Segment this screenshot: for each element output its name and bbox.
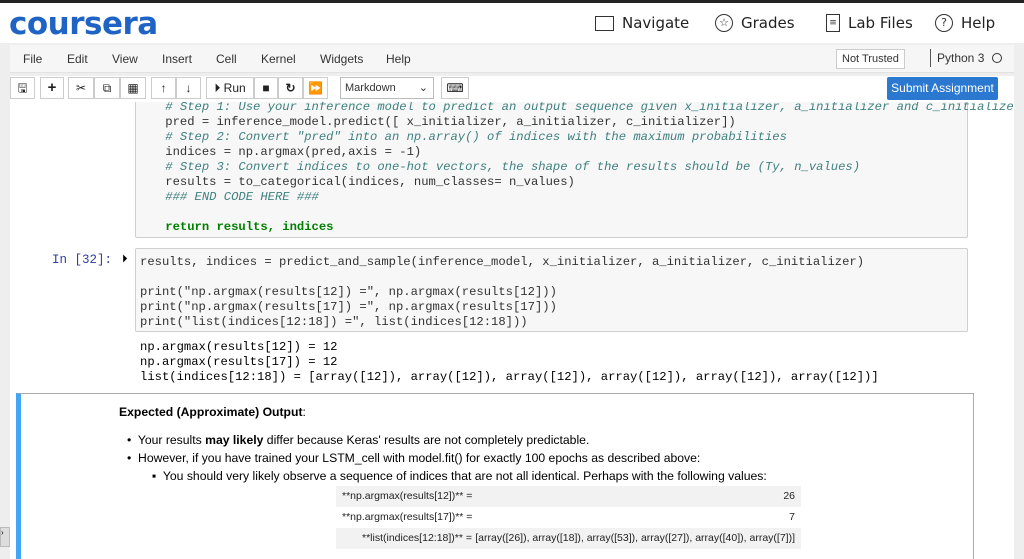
side-panel-toggle[interactable]: › (0, 527, 10, 547)
nav-label: Lab Files (848, 14, 913, 32)
table-value: [array([26]), array([18]), array([53]), … (475, 532, 795, 544)
heading-text: Expected (Approximate) Output (119, 405, 303, 419)
markdown-cell-selected[interactable]: Expected (Approximate) Output: • Your re… (16, 393, 974, 559)
expected-output-heading: Expected (Approximate) Output: (119, 405, 306, 419)
chevron-down-icon: ⌄ (418, 82, 428, 94)
input-prompt: In [32]: (52, 253, 113, 267)
kernel-idle-icon (992, 53, 1003, 63)
code-line: print("list(indices[12:18]) =", list(ind… (140, 315, 528, 329)
bullet-2: • However, if you have trained your LSTM… (127, 451, 701, 465)
code-line: return results, indices (136, 220, 334, 234)
menu-bar: File Edit View Insert Cell Kernel Widget… (10, 45, 1014, 73)
coursera-logo[interactable]: coursera (9, 6, 158, 42)
notebook-container: # Step 1: Use your inference model to pr… (10, 102, 1014, 559)
menu-view[interactable]: View (112, 52, 138, 66)
cut-icon[interactable]: ✂ (68, 77, 94, 99)
run-indicator-icon[interactable]: ⏵ (122, 253, 128, 266)
menu-cell[interactable]: Cell (216, 52, 237, 66)
toolbar: 🖫 + ✂ ⧉ ▦ ↑ ↓ ⏵ Run ■ ↻ ⏩ Markdown ⌄ ⌨ Su… (10, 76, 1014, 102)
bullet-text: However, if you have trained your LSTM_c… (138, 451, 701, 465)
bullet-3: ▪ You should very likely observe a seque… (152, 469, 767, 483)
menu-widgets[interactable]: Widgets (320, 52, 363, 66)
code-line: results = to_categorical(indices, num_cl… (136, 175, 575, 189)
table-key: **list(indices[12:18])** = (362, 532, 473, 544)
step-icon: ⏵ (214, 81, 221, 95)
question-icon: ? (935, 14, 953, 32)
table-key: **np.argmax(results[17])** = (342, 511, 473, 523)
star-icon: ☆ (715, 14, 733, 32)
cell-output: np.argmax(results[12]) = 12 np.argmax(re… (140, 340, 879, 384)
code-line: print("np.argmax(results[12]) =", np.arg… (140, 285, 557, 299)
table-value: 7 (789, 511, 795, 523)
code-line: results, indices = predict_and_sample(in… (140, 255, 865, 269)
run-button[interactable]: ⏵ Run (206, 77, 254, 99)
lab-files-link[interactable]: ≡ Lab Files (826, 14, 913, 32)
navigate-link[interactable]: Navigate (595, 14, 689, 32)
code-lines: # Step 1: Use your inference model to pr… (136, 102, 1014, 235)
run-label: Run (223, 81, 246, 95)
document-icon: ≡ (826, 14, 840, 32)
menu-insert[interactable]: Insert (162, 52, 192, 66)
menu-file[interactable]: File (23, 52, 42, 66)
code-line: # Step 2: Convert "pred" into an np.arra… (136, 130, 787, 144)
stop-icon[interactable]: ■ (254, 77, 278, 99)
table-row: **np.argmax(results[12])** = 26 (336, 486, 801, 507)
expected-values-table: **np.argmax(results[12])** = 26 **np.argm… (336, 486, 801, 549)
code-line: print("np.argmax(results[17]) =", np.arg… (140, 300, 557, 314)
header: coursera Navigate ☆ Grades ≡ Lab Files ? He… (0, 3, 1024, 43)
code-line: pred = inference_model.predict([ x_initi… (136, 115, 736, 129)
window-icon (595, 15, 614, 31)
move-down-icon[interactable]: ↓ (176, 77, 201, 99)
add-cell-icon[interactable]: + (40, 77, 64, 99)
table-key: **np.argmax(results[12])** = (342, 490, 473, 502)
code-cell[interactable]: # Step 1: Use your inference model to pr… (135, 102, 1014, 238)
fast-forward-icon[interactable]: ⏩ (303, 77, 328, 99)
cell-type-value: Markdown (345, 82, 396, 94)
copy-icon[interactable]: ⧉ (94, 77, 120, 99)
menu-edit[interactable]: Edit (67, 52, 88, 66)
nav-label: Help (961, 14, 996, 32)
bullet-text: You should very likely observe a sequenc… (162, 469, 767, 483)
code-line: # Step 3: Convert indices to one-hot vec… (136, 160, 861, 174)
menu-help[interactable]: Help (386, 52, 411, 66)
kernel-name: Python 3 (937, 51, 985, 65)
nav-label: Navigate (622, 14, 690, 32)
bullet-text: differ because Keras' results are not co… (263, 433, 590, 447)
move-up-icon[interactable]: ↑ (151, 77, 176, 99)
help-link[interactable]: ? Help (935, 14, 995, 32)
code-line: indices = np.argmax(pred,axis = -1) (136, 145, 422, 159)
cell-type-select[interactable]: Markdown ⌄ (340, 77, 434, 99)
keyboard-icon[interactable]: ⌨ (441, 77, 469, 99)
code-line: ### END CODE HERE ### (136, 190, 319, 204)
bullet-text: Your results (137, 433, 206, 447)
paste-icon[interactable]: ▦ (120, 77, 146, 99)
menu-kernel[interactable]: Kernel (261, 52, 296, 66)
code-lines: results, indices = predict_and_sample(in… (140, 255, 864, 330)
nav-label: Grades (741, 14, 795, 32)
not-trusted-badge[interactable]: Not Trusted (836, 49, 905, 69)
table-row: **list(indices[12:18])** = [array([26]), … (336, 528, 801, 549)
table-value: 26 (783, 490, 795, 502)
heading-colon: : (302, 405, 306, 419)
kernel-indicator: Python 3 (930, 49, 1003, 67)
submit-assignment-button[interactable]: Submit Assignment (887, 77, 998, 100)
bullet-1: • Your results may likely differ because… (127, 433, 590, 447)
code-line: # Step 1: Use your inference model to pr… (136, 102, 1014, 114)
table-row: **np.argmax(results[17])** = 7 (336, 507, 801, 528)
grades-link[interactable]: ☆ Grades (715, 14, 795, 32)
bullet-bold: may likely (205, 433, 264, 447)
code-cell[interactable]: results, indices = predict_and_sample(in… (135, 248, 968, 332)
save-icon[interactable]: 🖫 (10, 77, 35, 99)
restart-icon[interactable]: ↻ (278, 77, 303, 99)
